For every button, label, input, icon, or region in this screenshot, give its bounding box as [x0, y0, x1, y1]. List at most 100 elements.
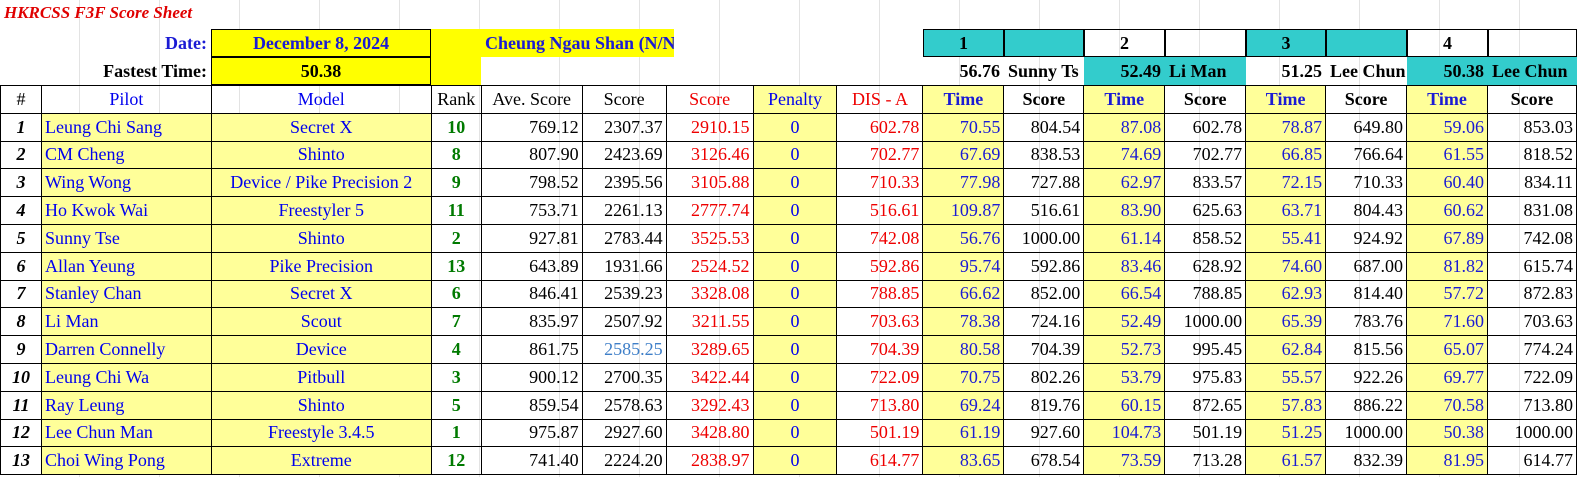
r4-score-cell[interactable]: 722.09 [1486, 362, 1577, 392]
r2-score-cell[interactable]: 625.63 [1164, 196, 1247, 225]
r3-score-cell[interactable]: 804.43 [1325, 196, 1408, 225]
r3-time-cell[interactable]: 55.57 [1245, 362, 1327, 392]
r4-score-cell[interactable]: 615.74 [1486, 251, 1577, 281]
r3-time-cell[interactable]: 62.84 [1245, 335, 1327, 364]
row-index[interactable]: 7 [0, 279, 42, 309]
r1-score-cell[interactable]: 927.60 [1003, 418, 1085, 448]
r1-time-cell[interactable]: 83.65 [922, 446, 1005, 476]
dis-cell[interactable]: 703.63 [836, 307, 924, 337]
ave-score-cell[interactable]: 835.97 [480, 307, 583, 337]
model-cell[interactable]: Shinto [210, 223, 432, 253]
pilot-cell[interactable]: Ray Leung [40, 390, 212, 420]
r1-score-cell[interactable]: 592.86 [1003, 251, 1085, 281]
fastest-time-value[interactable]: 50.38 [211, 57, 431, 85]
model-cell[interactable]: Freestyler 5 [210, 196, 432, 225]
r1-score-cell[interactable]: 852.00 [1003, 279, 1085, 309]
penalty-cell[interactable]: 0 [752, 390, 838, 420]
r1-time-cell[interactable]: 66.62 [922, 279, 1005, 309]
r3-score-cell[interactable]: 886.22 [1325, 390, 1408, 420]
r2-time-cell[interactable]: 52.49 [1083, 307, 1166, 337]
dis-cell[interactable]: 742.08 [836, 223, 924, 253]
dis-cell[interactable]: 713.80 [836, 390, 924, 420]
total-score-cell[interactable]: 2910.15 [665, 112, 754, 142]
r1-score-cell[interactable]: 678.54 [1003, 446, 1085, 476]
score-cell[interactable]: 1931.66 [581, 251, 667, 281]
dis-cell[interactable]: 516.61 [836, 196, 924, 225]
r2-time-cell[interactable]: 66.54 [1083, 279, 1166, 309]
ave-score-cell[interactable]: 798.52 [480, 168, 583, 198]
pilot-cell[interactable]: Lee Chun Man [40, 418, 212, 448]
r4-time-cell[interactable]: 50.38 [1406, 418, 1488, 448]
r4-time-cell[interactable]: 67.89 [1406, 223, 1488, 253]
location-value[interactable]: Cheung Ngau Shan (N/NE) [481, 29, 674, 57]
r3-score-cell[interactable]: 922.26 [1325, 362, 1408, 392]
model-cell[interactable]: Device [210, 335, 432, 364]
r1-score-cell[interactable]: 1000.00 [1003, 223, 1085, 253]
r2-score-cell[interactable]: 858.52 [1164, 223, 1247, 253]
rank-cell[interactable]: 7 [430, 307, 482, 337]
rank-cell[interactable]: 1 [430, 418, 482, 448]
score-cell[interactable]: 2395.56 [581, 168, 667, 198]
pilot-cell[interactable]: Li Man [40, 307, 212, 337]
r2-time-cell[interactable]: 62.97 [1083, 168, 1166, 198]
r3-time-cell[interactable]: 74.60 [1245, 251, 1327, 281]
total-score-cell[interactable]: 2777.74 [665, 196, 754, 225]
penalty-cell[interactable]: 0 [752, 307, 838, 337]
pilot-cell[interactable]: Wing Wong [40, 168, 212, 198]
r2-score-cell[interactable]: 501.19 [1164, 418, 1247, 448]
r3-time-cell[interactable]: 72.15 [1245, 168, 1327, 198]
penalty-cell[interactable]: 0 [752, 223, 838, 253]
ave-score-cell[interactable]: 769.12 [480, 112, 583, 142]
score-cell[interactable]: 2783.44 [581, 223, 667, 253]
rank-cell[interactable]: 4 [430, 335, 482, 364]
r3-score-cell[interactable]: 649.80 [1325, 112, 1408, 142]
score-cell[interactable]: 2700.35 [581, 362, 667, 392]
pilot-cell[interactable]: Allan Yeung [40, 251, 212, 281]
r4-score-cell[interactable]: 834.11 [1486, 168, 1577, 198]
ave-score-cell[interactable]: 900.12 [480, 362, 583, 392]
r3-time-cell[interactable]: 62.93 [1245, 279, 1327, 309]
ave-score-cell[interactable]: 927.81 [480, 223, 583, 253]
r3-score-cell[interactable]: 924.92 [1325, 223, 1408, 253]
r3-time-cell[interactable]: 65.39 [1245, 307, 1327, 337]
r4-time-cell[interactable]: 60.62 [1406, 196, 1488, 225]
penalty-cell[interactable]: 0 [752, 362, 838, 392]
pilot-cell[interactable]: Choi Wing Pong [40, 446, 212, 476]
r2-score-cell[interactable]: 713.28 [1164, 446, 1247, 476]
model-cell[interactable]: Scout [210, 307, 432, 337]
penalty-cell[interactable]: 0 [752, 446, 838, 476]
r3-time-cell[interactable]: 55.41 [1245, 223, 1327, 253]
r2-time-cell[interactable]: 61.14 [1083, 223, 1166, 253]
r3-time-cell[interactable]: 51.25 [1245, 418, 1327, 448]
model-cell[interactable]: Pike Precision [210, 251, 432, 281]
r1-score-cell[interactable]: 819.76 [1003, 390, 1085, 420]
r4-time-cell[interactable]: 71.60 [1406, 307, 1488, 337]
r4-score-cell[interactable]: 818.52 [1486, 140, 1577, 170]
ave-score-cell[interactable]: 846.41 [480, 279, 583, 309]
ave-score-cell[interactable]: 643.89 [480, 251, 583, 281]
total-score-cell[interactable]: 3289.65 [665, 335, 754, 364]
pilot-cell[interactable]: Stanley Chan [40, 279, 212, 309]
score-cell[interactable]: 2507.92 [581, 307, 667, 337]
r1-score-cell[interactable]: 802.26 [1003, 362, 1085, 392]
penalty-cell[interactable]: 0 [752, 196, 838, 225]
rank-cell[interactable]: 11 [430, 196, 482, 225]
total-score-cell[interactable]: 3428.80 [665, 418, 754, 448]
score-cell[interactable]: 2423.69 [581, 140, 667, 170]
r1-time-cell[interactable]: 80.58 [922, 335, 1005, 364]
penalty-cell[interactable]: 0 [752, 140, 838, 170]
r1-score-cell[interactable]: 724.16 [1003, 307, 1085, 337]
r1-time-cell[interactable]: 78.38 [922, 307, 1005, 337]
pilot-cell[interactable]: Sunny Tse [40, 223, 212, 253]
penalty-cell[interactable]: 0 [752, 251, 838, 281]
r4-score-cell[interactable]: 774.24 [1486, 335, 1577, 364]
dis-cell[interactable]: 722.09 [836, 362, 924, 392]
r1-time-cell[interactable]: 95.74 [922, 251, 1005, 281]
r2-score-cell[interactable]: 602.78 [1164, 112, 1247, 142]
r1-time-cell[interactable]: 70.75 [922, 362, 1005, 392]
r1-time-cell[interactable]: 109.87 [922, 196, 1005, 225]
pilot-cell[interactable]: Darren Connelly [40, 335, 212, 364]
r1-time-cell[interactable]: 61.19 [922, 418, 1005, 448]
r3-time-cell[interactable]: 63.71 [1245, 196, 1327, 225]
model-cell[interactable]: Freestyle 3.4.5 [210, 418, 432, 448]
